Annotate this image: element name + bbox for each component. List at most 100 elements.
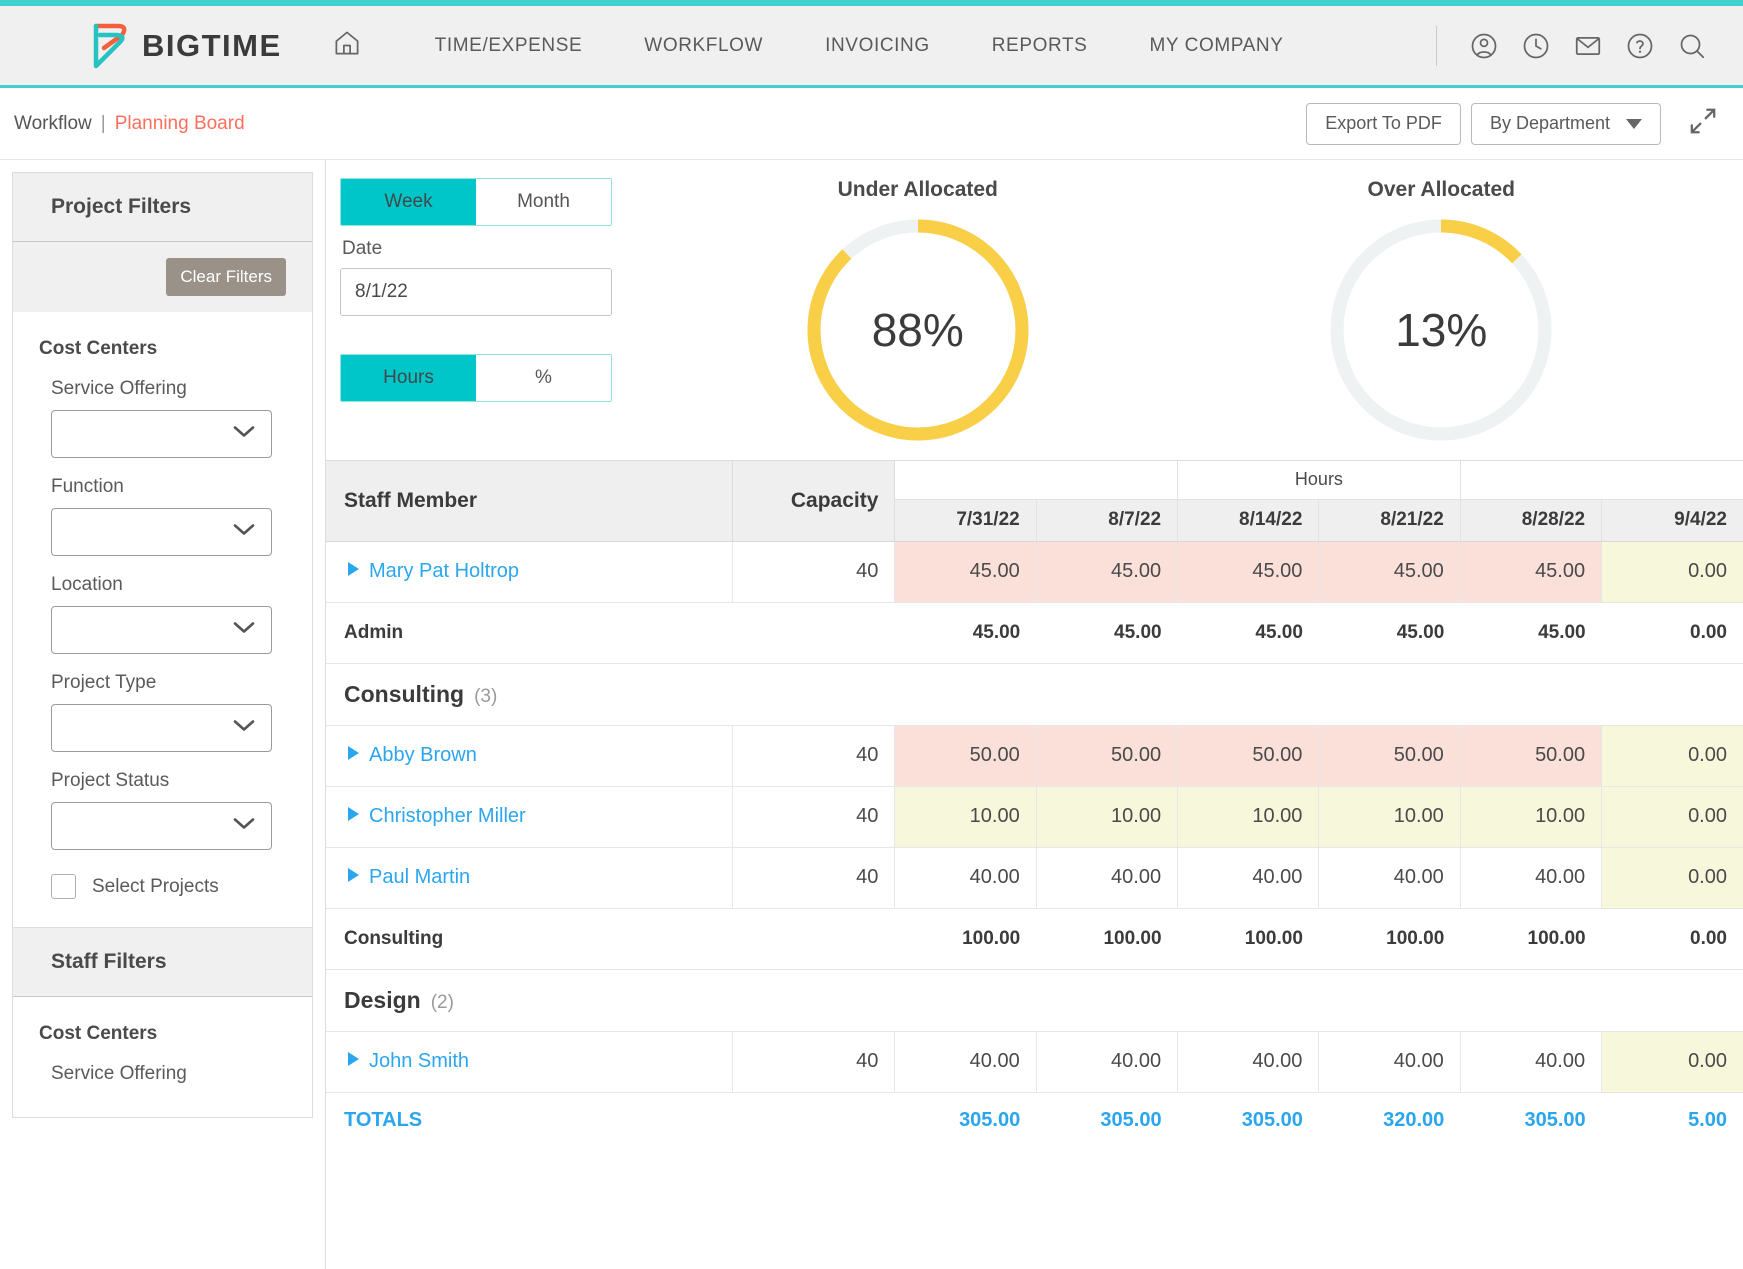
mail-icon[interactable] xyxy=(1573,31,1603,61)
capacity-cell: 40 xyxy=(732,786,896,848)
col-date-3[interactable]: 8/21/22 xyxy=(1318,499,1461,542)
project-filters-body: Cost Centers Service Offering Function L… xyxy=(13,312,312,927)
hours-cell[interactable]: 0.00 xyxy=(1601,847,1743,909)
group-count: (3) xyxy=(474,685,498,707)
expand-triangle-icon[interactable] xyxy=(348,562,359,576)
totals-value-1: 305.00 xyxy=(1036,1091,1178,1148)
group-by-label: By Department xyxy=(1489,113,1610,133)
staff-name-cell[interactable]: Mary Pat Holtrop xyxy=(326,541,733,603)
group-header-row[interactable]: Consulting (3) xyxy=(326,663,1743,726)
select-location[interactable] xyxy=(51,606,272,654)
expand-triangle-icon[interactable] xyxy=(348,807,359,821)
hours-cell[interactable]: 50.00 xyxy=(1035,725,1178,787)
subtotal-row: Admin 45.00 45.00 45.00 45.00 45.00 0.00 xyxy=(326,602,1743,664)
staff-name-cell[interactable]: John Smith xyxy=(326,1031,733,1093)
hours-cell[interactable]: 45.00 xyxy=(894,541,1037,603)
totals-row: TOTALS 305.00 305.00 305.00 320.00 305.0… xyxy=(326,1091,1743,1148)
nav-item-time-expense[interactable]: TIME/EXPENSE xyxy=(404,35,614,57)
period-toggle: Week Month xyxy=(340,178,612,226)
expand-arrows-icon[interactable] xyxy=(1687,105,1719,142)
hours-cell[interactable]: 45.00 xyxy=(1035,541,1178,603)
hours-cell[interactable]: 45.00 xyxy=(1459,541,1602,603)
home-button[interactable] xyxy=(332,28,362,63)
select-service-offering[interactable] xyxy=(51,410,272,458)
hours-cell[interactable]: 0.00 xyxy=(1601,541,1743,603)
main-nav: TIME/EXPENSE WORKFLOW INVOICING REPORTS … xyxy=(404,35,1315,57)
subtotal-value: 45.00 xyxy=(1177,602,1319,664)
group-by-dropdown[interactable]: By Department xyxy=(1470,102,1661,145)
col-capacity[interactable]: Capacity xyxy=(732,461,896,542)
select-project-type[interactable] xyxy=(51,704,272,752)
hours-cell[interactable]: 0.00 xyxy=(1601,725,1743,787)
breadcrumb-parent[interactable]: Workflow xyxy=(14,113,92,135)
hours-cell[interactable]: 0.00 xyxy=(1601,786,1743,848)
hours-cell[interactable]: 50.00 xyxy=(1318,725,1461,787)
period-option-week[interactable]: Week xyxy=(341,179,476,225)
over-allocated-value: 13% xyxy=(1395,304,1488,356)
staff-label-service-offering: Service Offering xyxy=(51,1063,187,1084)
staff-name-label: Abby Brown xyxy=(369,744,477,766)
select-project-status[interactable] xyxy=(51,802,272,850)
hours-cell[interactable]: 40.00 xyxy=(894,847,1037,909)
hours-cell[interactable]: 45.00 xyxy=(1177,541,1319,603)
hours-cell[interactable]: 50.00 xyxy=(894,725,1037,787)
project-filters-title: Project Filters xyxy=(13,173,312,242)
nav-item-invoicing[interactable]: INVOICING xyxy=(794,35,961,57)
hours-cell[interactable]: 50.00 xyxy=(1459,725,1602,787)
hours-cell[interactable]: 40.00 xyxy=(1318,1031,1461,1093)
capacity-cell: 40 xyxy=(732,541,896,603)
period-option-month[interactable]: Month xyxy=(476,179,611,225)
hours-cell[interactable]: 10.00 xyxy=(1177,786,1319,848)
group-header-row[interactable]: Design (2) xyxy=(326,969,1743,1032)
staff-name-cell[interactable]: Abby Brown xyxy=(326,725,733,787)
col-date-0[interactable]: 7/31/22 xyxy=(894,499,1037,542)
expand-triangle-icon[interactable] xyxy=(348,868,359,882)
staff-name-cell[interactable]: Paul Martin xyxy=(326,847,733,909)
table-row: John Smith 40 40.00 40.00 40.00 40.00 40.00 0.0… xyxy=(326,1031,1743,1093)
table-row: Paul Martin 40 40.00 40.00 40.00 40.00 40.00 0.… xyxy=(326,847,1743,909)
date-input[interactable] xyxy=(340,268,612,316)
col-date-5[interactable]: 9/4/22 xyxy=(1601,499,1743,542)
hours-cell[interactable]: 40.00 xyxy=(1035,847,1178,909)
subtotal-label: Admin xyxy=(326,602,733,664)
hours-cell[interactable]: 10.00 xyxy=(1035,786,1178,848)
hours-cell[interactable]: 45.00 xyxy=(1318,541,1461,603)
hours-cell[interactable]: 40.00 xyxy=(1318,847,1461,909)
under-allocated-card: Under Allocated 88% xyxy=(802,178,1034,460)
hours-cell[interactable]: 10.00 xyxy=(1459,786,1602,848)
select-projects-checkbox[interactable] xyxy=(51,874,76,899)
export-to-pdf-button[interactable]: Export To PDF xyxy=(1306,102,1461,145)
expand-triangle-icon[interactable] xyxy=(348,746,359,760)
hours-cell[interactable]: 40.00 xyxy=(1035,1031,1178,1093)
hours-cell[interactable]: 40.00 xyxy=(1177,847,1319,909)
clock-icon[interactable] xyxy=(1521,31,1551,61)
hours-cell[interactable]: 40.00 xyxy=(1177,1031,1319,1093)
hours-cell[interactable]: 40.00 xyxy=(1459,847,1602,909)
col-date-1[interactable]: 8/7/22 xyxy=(1035,499,1178,542)
hours-cell[interactable]: 0.00 xyxy=(1601,1031,1743,1093)
hours-cell[interactable]: 10.00 xyxy=(1318,786,1461,848)
search-icon[interactable] xyxy=(1677,31,1707,61)
capacity-cell: 40 xyxy=(732,847,896,909)
brand-logo[interactable]: BIGTIME xyxy=(90,22,282,70)
col-staff-member[interactable]: Staff Member xyxy=(326,461,733,542)
hours-cell[interactable]: 50.00 xyxy=(1177,725,1319,787)
clear-filters-button[interactable]: Clear Filters xyxy=(166,258,286,296)
user-icon[interactable] xyxy=(1469,31,1499,61)
unit-option-hours[interactable]: Hours xyxy=(341,355,476,401)
col-date-2[interactable]: 8/14/22 xyxy=(1177,499,1319,542)
hours-cell[interactable]: 40.00 xyxy=(1459,1031,1602,1093)
hours-cell[interactable]: 10.00 xyxy=(894,786,1037,848)
unit-option-percent[interactable]: % xyxy=(476,355,611,401)
help-icon[interactable] xyxy=(1625,31,1655,61)
nav-item-reports[interactable]: REPORTS xyxy=(961,35,1119,57)
staff-name-cell[interactable]: Christopher Miller xyxy=(326,786,733,848)
nav-item-workflow[interactable]: WORKFLOW xyxy=(613,35,794,57)
toolbar-actions: Export To PDF By Department xyxy=(1306,102,1719,145)
expand-triangle-icon[interactable] xyxy=(348,1052,359,1066)
col-date-4[interactable]: 8/28/22 xyxy=(1459,499,1602,542)
header-divider xyxy=(1436,25,1437,66)
nav-item-my-company[interactable]: MY COMPANY xyxy=(1118,35,1314,57)
select-function[interactable] xyxy=(51,508,272,556)
hours-cell[interactable]: 40.00 xyxy=(894,1031,1037,1093)
